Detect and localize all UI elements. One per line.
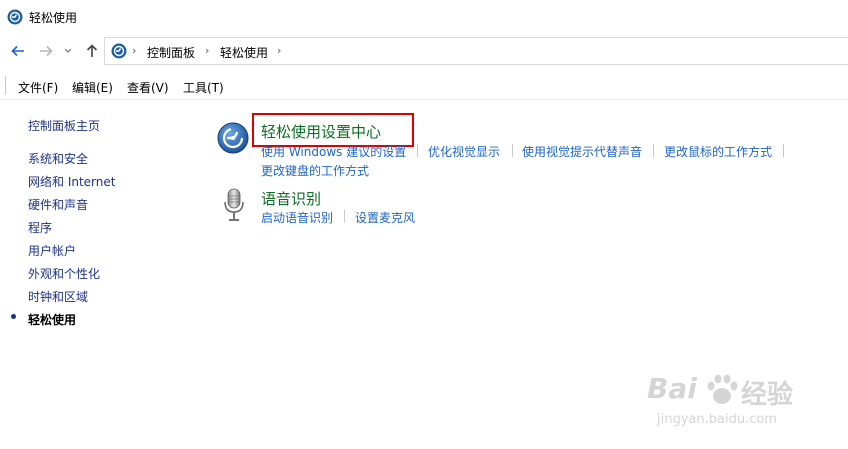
watermark-brand: Bai <box>647 372 697 405</box>
arrow-left-icon <box>11 45 24 57</box>
sidebar-item-control-panel-home[interactable]: 控制面板主页 <box>28 117 100 134</box>
microphone-icon[interactable] <box>222 188 246 222</box>
paw-icon <box>707 374 738 404</box>
ease-of-access-center-icon[interactable] <box>217 122 249 154</box>
watermark-url: jingyan.baidu.com <box>657 412 777 427</box>
menu-bar: 文件(F) 编辑(E) 查看(V) 工具(T) <box>0 72 848 100</box>
link-windows-recommended-settings[interactable]: 使用 Windows 建议的设置 <box>261 143 406 160</box>
link-separator <box>653 144 654 157</box>
link-start-speech-recognition[interactable]: 启动语音识别 <box>261 209 333 226</box>
breadcrumb-control-panel[interactable]: 控制面板 <box>147 44 195 61</box>
sidebar-item-network-internet[interactable]: 网络和 Internet <box>28 173 115 190</box>
link-separator <box>512 144 513 157</box>
back-button[interactable] <box>9 42 27 60</box>
sidebar-item-programs[interactable]: 程序 <box>28 219 52 236</box>
link-separator <box>783 144 784 157</box>
sidebar-item-hardware-sound[interactable]: 硬件和声音 <box>28 196 88 213</box>
forward-button[interactable] <box>37 42 55 60</box>
sidebar-item-ease-of-access: 轻松使用 <box>28 313 77 327</box>
menu-grip <box>5 76 6 95</box>
link-change-keyboard[interactable]: 更改键盘的工作方式 <box>261 162 369 179</box>
menu-view[interactable]: 查看(V) <box>127 79 169 96</box>
sidebar-item-user-accounts[interactable]: 用户帐户 <box>28 242 76 259</box>
arrow-up-icon <box>86 44 98 57</box>
arrow-right-icon <box>40 45 53 57</box>
up-button[interactable] <box>83 42 101 60</box>
ease-of-access-icon <box>111 43 127 59</box>
link-separator <box>417 144 418 157</box>
link-visual-cues-for-sounds[interactable]: 使用视觉提示代替声音 <box>522 143 642 160</box>
address-bar[interactable]: › 控制面板 › 轻松使用 › <box>104 37 848 65</box>
speech-recognition-title[interactable]: 语音识别 <box>261 188 321 209</box>
chevron-right-icon[interactable]: › <box>132 44 136 57</box>
menu-tools[interactable]: 工具(T) <box>183 79 224 96</box>
menu-file[interactable]: 文件(F) <box>18 79 58 96</box>
recent-locations-button[interactable] <box>62 42 74 60</box>
current-item-bullet <box>11 314 16 319</box>
breadcrumb-ease-of-access[interactable]: 轻松使用 <box>220 44 268 61</box>
highlight-box <box>252 113 414 147</box>
chevron-down-icon <box>64 48 72 53</box>
ease-of-access-icon <box>7 9 23 25</box>
link-optimize-visual-display[interactable]: 优化视觉显示 <box>428 143 500 160</box>
baidu-watermark: Bai 经验 jingyan.baidu.com <box>645 372 820 434</box>
menu-edit[interactable]: 编辑(E) <box>72 79 113 96</box>
sidebar-item-system-security[interactable]: 系统和安全 <box>28 150 88 167</box>
title-bar: 轻松使用 <box>0 0 848 34</box>
link-set-up-microphone[interactable]: 设置麦克风 <box>355 209 415 226</box>
sidebar-item-clock-region[interactable]: 时钟和区域 <box>28 288 88 305</box>
window-title: 轻松使用 <box>29 11 78 25</box>
chevron-right-icon[interactable]: › <box>277 44 281 57</box>
link-separator <box>344 210 345 223</box>
watermark-brand2: 经验 <box>741 380 794 410</box>
link-change-mouse[interactable]: 更改鼠标的工作方式 <box>664 143 772 160</box>
chevron-right-icon[interactable]: › <box>205 44 209 57</box>
sidebar-item-appearance[interactable]: 外观和个性化 <box>28 265 100 282</box>
